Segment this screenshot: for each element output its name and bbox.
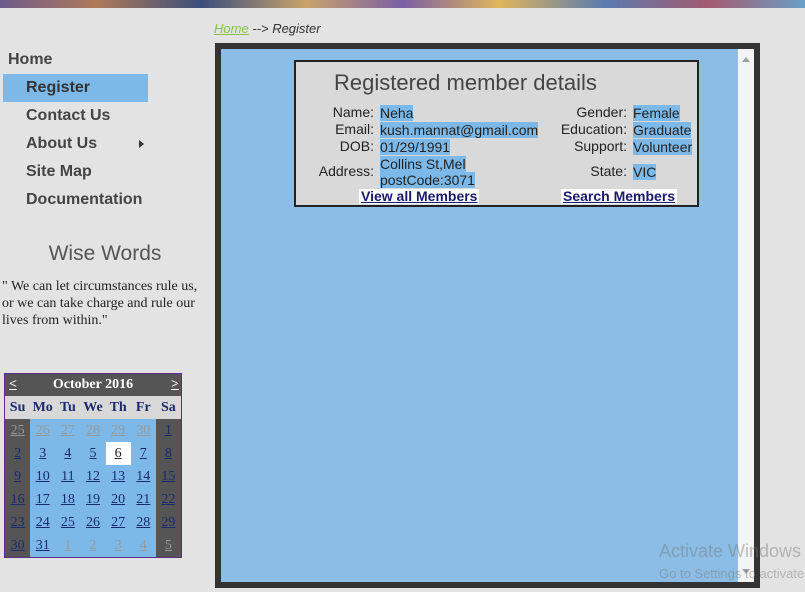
education-value: Graduate — [633, 122, 692, 138]
calendar-weekday-row: Su Mo Tu We Th Fr Sa — [5, 396, 181, 419]
view-all-members-link[interactable]: View all Members — [359, 189, 480, 204]
vertical-scrollbar[interactable] — [738, 49, 754, 582]
sidebar-nav: Home Register Contact Us About Us Site M… — [3, 46, 203, 214]
calendar-day[interactable]: 21 — [130, 488, 156, 511]
calendar-day[interactable]: 25 — [5, 419, 31, 442]
calendar-day[interactable]: 5 — [155, 534, 181, 557]
search-members-link[interactable]: Search Members — [561, 189, 678, 204]
education-label: Education: — [560, 121, 627, 137]
support-value: Volunteer — [633, 139, 693, 155]
calendar-day[interactable]: 20 — [105, 488, 131, 511]
calendar-next-month-button[interactable]: > — [171, 374, 179, 396]
calendar-day[interactable]: 6 — [105, 442, 131, 465]
calendar-header: < October 2016 > — [5, 374, 181, 396]
calendar-day[interactable]: 4 — [55, 442, 81, 465]
activate-windows-watermark: Activate Windows — [659, 541, 802, 561]
calendar-day[interactable]: 9 — [5, 465, 31, 488]
nav-item-register[interactable]: Register — [3, 74, 148, 102]
calendar-day[interactable]: 27 — [55, 419, 81, 442]
calendar: < October 2016 > Su Mo Tu We Th Fr Sa 25 26 27 28… — [4, 373, 182, 558]
calendar-weekday-header: Th — [109, 400, 127, 415]
scroll-up-arrow-icon[interactable] — [742, 57, 750, 62]
content-frame: Registered member details Name: Neha Ema… — [215, 43, 760, 588]
calendar-day[interactable]: 3 — [30, 442, 56, 465]
nav-item-site-map[interactable]: Site Map — [3, 158, 203, 186]
wise-words-title: Wise Words — [48, 242, 162, 265]
content-panel: Registered member details Name: Neha Ema… — [221, 49, 754, 582]
calendar-day[interactable]: 22 — [155, 488, 181, 511]
calendar-day[interactable]: 2 — [80, 534, 106, 557]
calendar-day[interactable]: 26 — [80, 511, 106, 534]
calendar-day[interactable]: 31 — [30, 534, 56, 557]
gender-value: Female — [633, 105, 680, 121]
calendar-day[interactable]: 1 — [55, 534, 81, 557]
calendar-weekday-header: We — [83, 400, 103, 415]
calendar-day[interactable]: 3 — [105, 534, 131, 557]
calendar-day[interactable]: 1 — [155, 419, 181, 442]
calendar-day[interactable]: 18 — [55, 488, 81, 511]
calendar-day[interactable]: 4 — [130, 534, 156, 557]
calendar-prev-month-button[interactable]: < — [9, 374, 17, 396]
nav-item-about-us-label: About Us — [26, 135, 98, 152]
calendar-day[interactable]: 7 — [130, 442, 156, 465]
state-label: State: — [590, 163, 627, 179]
calendar-day[interactable]: 13 — [105, 465, 131, 488]
calendar-day[interactable]: 19 — [80, 488, 106, 511]
header-banner — [0, 0, 805, 8]
wise-words-quote: " We can let circumstances rule us, or w… — [2, 279, 198, 328]
calendar-day[interactable]: 2 — [5, 442, 31, 465]
name-value: Neha — [380, 105, 414, 121]
name-label: Name: — [332, 104, 374, 120]
address-label: Address: — [318, 163, 374, 179]
calendar-day[interactable]: 29 — [105, 419, 131, 442]
calendar-day[interactable]: 24 — [30, 511, 56, 534]
breadcrumb: Home --> Register — [214, 21, 321, 36]
breadcrumb-current: Register — [272, 21, 321, 36]
dob-value: 01/29/1991 — [380, 139, 451, 155]
address-line-1: Collins St,Mel — [380, 156, 466, 172]
calendar-day[interactable]: 16 — [5, 488, 31, 511]
support-label: Support: — [574, 138, 627, 154]
email-label: Email: — [335, 121, 374, 137]
calendar-day[interactable]: 8 — [155, 442, 181, 465]
calendar-day[interactable]: 26 — [30, 419, 56, 442]
breadcrumb-home-link[interactable]: Home — [214, 21, 249, 36]
calendar-month-label: October 2016 — [52, 377, 134, 392]
calendar-day[interactable]: 23 — [5, 511, 31, 534]
member-details-card: Registered member details Name: Neha Ema… — [294, 60, 699, 207]
calendar-day[interactable]: 14 — [130, 465, 156, 488]
activate-windows-subtitle: Go to Settings to activate Windows. — [659, 566, 805, 581]
nav-item-documentation[interactable]: Documentation — [3, 186, 203, 214]
breadcrumb-separator: --> — [252, 21, 269, 36]
calendar-day[interactable]: 10 — [30, 465, 56, 488]
calendar-weekday-header: Mo — [32, 400, 53, 415]
calendar-day[interactable]: 11 — [55, 465, 81, 488]
member-details-title: Registered member details — [334, 70, 597, 95]
calendar-day[interactable]: 28 — [130, 511, 156, 534]
calendar-weekday-header: Tu — [59, 400, 76, 415]
dob-label: DOB: — [339, 138, 374, 154]
calendar-day[interactable]: 12 — [80, 465, 106, 488]
calendar-weekday-header: Su — [9, 400, 26, 415]
calendar-day[interactable]: 25 — [55, 511, 81, 534]
nav-item-home[interactable]: Home — [3, 46, 203, 74]
calendar-weekday-header: Sa — [161, 400, 176, 415]
calendar-weekday-header: Fr — [135, 400, 151, 415]
state-value: VIC — [633, 164, 657, 180]
calendar-day[interactable]: 15 — [155, 465, 181, 488]
gender-label: Gender: — [576, 104, 627, 120]
calendar-day[interactable]: 5 — [80, 442, 106, 465]
address-line-2: postCode:3071 — [380, 172, 475, 188]
calendar-day[interactable]: 17 — [30, 488, 56, 511]
calendar-day[interactable]: 29 — [155, 511, 181, 534]
email-value: kush.mannat@gmail.com — [380, 122, 539, 138]
calendar-day[interactable]: 27 — [105, 511, 131, 534]
calendar-day[interactable]: 30 — [5, 534, 31, 557]
nav-item-contact-us[interactable]: Contact Us — [3, 102, 203, 130]
nav-item-about-us[interactable]: About Us — [3, 130, 203, 158]
calendar-day-grid: 25 26 27 28 29 30 1 2 3 4 5 6 7 8 9 10 11 12 13 14 15 16 17 18 1… — [5, 419, 181, 557]
calendar-day[interactable]: 28 — [80, 419, 106, 442]
triangle-right-icon — [139, 140, 144, 148]
calendar-day[interactable]: 30 — [130, 419, 156, 442]
